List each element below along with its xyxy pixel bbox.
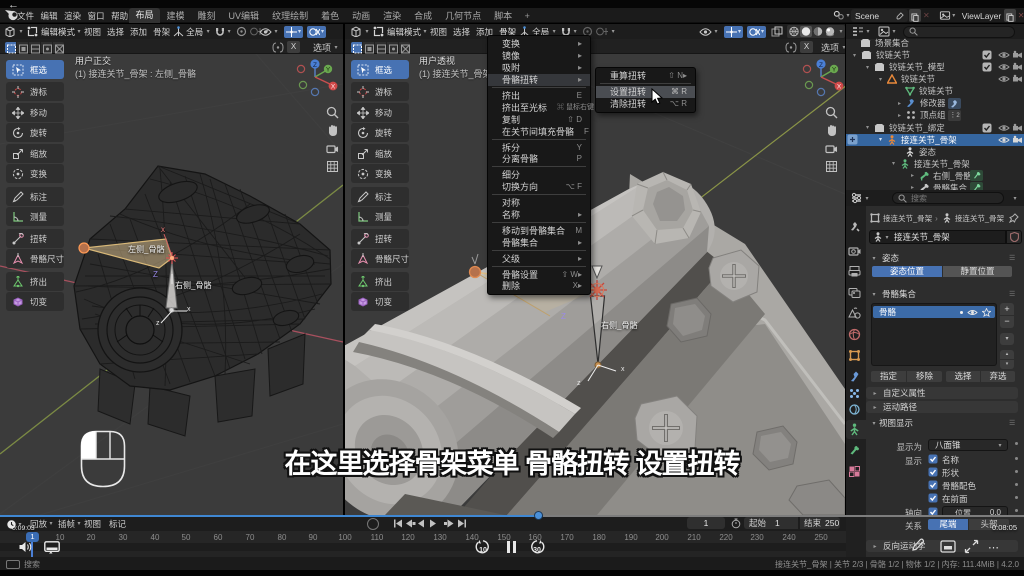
svg-text:Y: Y (832, 67, 837, 74)
svg-text:30: 30 (533, 547, 541, 554)
svg-text:X: X (837, 84, 842, 91)
svg-text:X: X (331, 84, 336, 91)
svg-text:Z: Z (313, 62, 317, 69)
svg-text:Z: Z (819, 62, 823, 69)
svg-text:10: 10 (479, 547, 487, 554)
svg-text:Y: Y (326, 67, 331, 74)
